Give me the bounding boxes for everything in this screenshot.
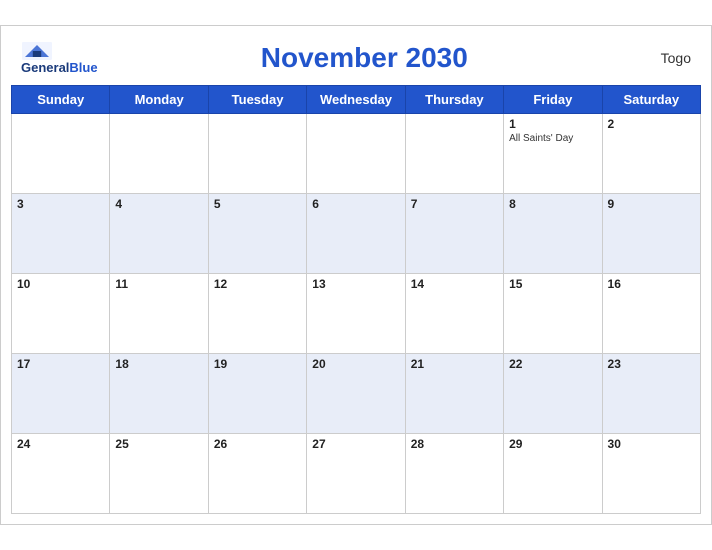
header-wednesday: Wednesday <box>307 86 405 114</box>
calendar-day-cell: 17 <box>12 354 110 434</box>
calendar-day-cell: 20 <box>307 354 405 434</box>
calendar-day-cell: 24 <box>12 434 110 514</box>
calendar-day-cell: 6 <box>307 194 405 274</box>
day-number: 16 <box>608 277 695 291</box>
day-number: 13 <box>312 277 399 291</box>
calendar-day-cell: 15 <box>504 274 602 354</box>
calendar-day-cell: 30 <box>602 434 700 514</box>
calendar-day-cell: 29 <box>504 434 602 514</box>
day-number: 24 <box>17 437 104 451</box>
header-monday: Monday <box>110 86 208 114</box>
calendar-day-cell <box>208 114 306 194</box>
calendar-container: GeneralBlue November 2030 Togo Sunday Mo… <box>0 25 712 525</box>
day-number: 23 <box>608 357 695 371</box>
day-number: 15 <box>509 277 596 291</box>
day-number: 30 <box>608 437 695 451</box>
calendar-grid: Sunday Monday Tuesday Wednesday Thursday… <box>11 85 701 514</box>
calendar-day-cell: 7 <box>405 194 503 274</box>
logo-text: GeneralBlue <box>21 61 98 75</box>
day-number: 12 <box>214 277 301 291</box>
generalblue-logo-icon <box>21 42 53 60</box>
calendar-day-cell <box>12 114 110 194</box>
logo-area: GeneralBlue <box>21 42 98 75</box>
day-number: 2 <box>608 117 695 131</box>
header-friday: Friday <box>504 86 602 114</box>
calendar-day-cell: 26 <box>208 434 306 514</box>
calendar-day-cell: 18 <box>110 354 208 434</box>
day-number: 18 <box>115 357 202 371</box>
calendar-day-cell: 4 <box>110 194 208 274</box>
calendar-day-cell: 1 All Saints' Day <box>504 114 602 194</box>
calendar-week-row: 1 All Saints' Day 2 <box>12 114 701 194</box>
day-number: 11 <box>115 277 202 291</box>
header-sunday: Sunday <box>12 86 110 114</box>
calendar-day-cell <box>307 114 405 194</box>
day-number: 21 <box>411 357 498 371</box>
calendar-day-cell: 19 <box>208 354 306 434</box>
day-number: 20 <box>312 357 399 371</box>
calendar-day-cell: 5 <box>208 194 306 274</box>
day-number: 5 <box>214 197 301 211</box>
calendar-day-cell: 10 <box>12 274 110 354</box>
calendar-title: November 2030 <box>98 42 631 74</box>
calendar-day-cell: 3 <box>12 194 110 274</box>
calendar-day-cell: 13 <box>307 274 405 354</box>
calendar-week-row: 17 18 19 20 21 22 23 <box>12 354 701 434</box>
header-saturday: Saturday <box>602 86 700 114</box>
calendar-week-row: 24 25 26 27 28 29 30 <box>12 434 701 514</box>
day-number: 10 <box>17 277 104 291</box>
calendar-day-cell: 28 <box>405 434 503 514</box>
calendar-day-cell: 9 <box>602 194 700 274</box>
day-number: 14 <box>411 277 498 291</box>
calendar-day-cell <box>110 114 208 194</box>
calendar-day-cell: 25 <box>110 434 208 514</box>
day-number: 8 <box>509 197 596 211</box>
weekday-header-row: Sunday Monday Tuesday Wednesday Thursday… <box>12 86 701 114</box>
day-number: 17 <box>17 357 104 371</box>
day-number: 28 <box>411 437 498 451</box>
header-thursday: Thursday <box>405 86 503 114</box>
day-number: 25 <box>115 437 202 451</box>
calendar-day-cell <box>405 114 503 194</box>
day-number: 9 <box>608 197 695 211</box>
day-number: 3 <box>17 197 104 211</box>
calendar-day-cell: 27 <box>307 434 405 514</box>
calendar-header: GeneralBlue November 2030 Togo <box>11 36 701 85</box>
day-number: 22 <box>509 357 596 371</box>
calendar-day-cell: 21 <box>405 354 503 434</box>
calendar-day-cell: 16 <box>602 274 700 354</box>
day-number: 6 <box>312 197 399 211</box>
calendar-day-cell: 14 <box>405 274 503 354</box>
day-number: 29 <box>509 437 596 451</box>
calendar-day-cell: 11 <box>110 274 208 354</box>
day-number: 27 <box>312 437 399 451</box>
calendar-day-cell: 12 <box>208 274 306 354</box>
logo-blue: Blue <box>69 60 97 75</box>
day-number: 4 <box>115 197 202 211</box>
calendar-day-cell: 22 <box>504 354 602 434</box>
calendar-day-cell: 8 <box>504 194 602 274</box>
event-label: All Saints' Day <box>509 133 596 144</box>
country-label: Togo <box>631 50 691 66</box>
calendar-day-cell: 23 <box>602 354 700 434</box>
calendar-week-row: 10 11 12 13 14 15 16 <box>12 274 701 354</box>
calendar-day-cell: 2 <box>602 114 700 194</box>
day-number: 19 <box>214 357 301 371</box>
calendar-week-row: 3456789 <box>12 194 701 274</box>
header-tuesday: Tuesday <box>208 86 306 114</box>
logo-general: General <box>21 60 69 75</box>
day-number: 1 <box>509 117 596 131</box>
day-number: 7 <box>411 197 498 211</box>
day-number: 26 <box>214 437 301 451</box>
